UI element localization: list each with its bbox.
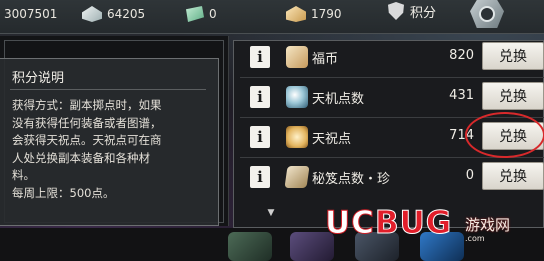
watermark: UCBUG 游戏网 .com [325,205,511,244]
tooltip-body: 获得方式：副本掷点时，如果 没有获得任何装备或者图谱， 会获得天祝点。天祝点可在… [12,97,212,202]
scroll-down-icon[interactable]: ▼ [266,208,276,218]
tooltip-line: 人处兑换副本装备和各种材 [12,150,150,165]
jade-token-icon [186,6,204,22]
tooltip-line: 获得方式：副本掷点时，如果 [12,98,162,112]
points-button[interactable]: 积分 [388,0,436,22]
info-icon[interactable]: i [250,166,270,188]
item-name: 天祝点 [312,132,352,147]
points-label: 积分 [410,5,437,21]
item-name: 天机点数 [312,92,365,107]
jade-resource: 64205 [82,3,145,25]
silver-resource: 3007501 [4,3,57,25]
tooltip-line: 没有获得任何装备或者图谱， [12,115,162,130]
points-info-tooltip: 积分说明 获得方式：副本掷点时，如果 没有获得任何装备或者图谱， 会获得天祝点。… [0,58,219,226]
item-name: 秘笈点数・珍 [312,172,391,187]
token-resource: 0 [184,3,217,25]
item-count: 0 [465,168,474,183]
settings-badge-icon[interactable] [470,0,504,28]
info-icon[interactable]: i [250,86,270,108]
tooltip-divider [10,89,206,90]
gold-ingot-icon [286,6,306,22]
fubi-icon [286,46,308,68]
exchange-button[interactable]: 兑换 [482,162,544,190]
tooltip-line: 料。 [12,168,35,182]
watermark-subtitle: 游戏网 [465,216,511,234]
tooltip-line: 会获得天祝点。天祝点可在商 [12,133,162,147]
item-slot[interactable] [228,232,272,261]
tooltip-title: 积分说明 [12,71,65,86]
watermark-uc: UC [325,205,375,241]
tooltip-line: 每周上限：500点。 [12,185,115,200]
watermark-url: .com [465,234,485,243]
item-count: 431 [449,88,474,103]
item-count: 820 [449,48,474,63]
highlight-circle [465,112,544,158]
item-name: 福币 [312,52,339,67]
exchange-row-fubi: i 福币 820 兑换 [240,38,544,78]
resource-bar: 3007501 64205 0 1790 积分 [0,0,544,34]
silver-amount: 3007501 [4,7,58,21]
miji-icon [284,166,310,188]
token-amount: 0 [209,7,217,21]
tianzhu-icon [286,126,308,148]
info-icon[interactable]: i [250,126,270,148]
gold-amount: 1790 [311,7,342,21]
exchange-button[interactable]: 兑换 [482,82,544,110]
badge-center [479,6,495,22]
watermark-bug: BUG [374,205,453,241]
shield-icon [388,2,404,20]
info-icon[interactable]: i [250,46,270,68]
jade-amount: 64205 [107,7,146,21]
exchange-button[interactable]: 兑换 [482,42,544,70]
watermark-logo: UCBUG [325,205,453,241]
silver-ingot-icon [82,6,102,22]
exchange-row-miji: i 秘笈点数・珍 0 兑换 [240,158,544,198]
tianji-icon [286,86,308,108]
gold-resource: 1790 [286,3,342,25]
